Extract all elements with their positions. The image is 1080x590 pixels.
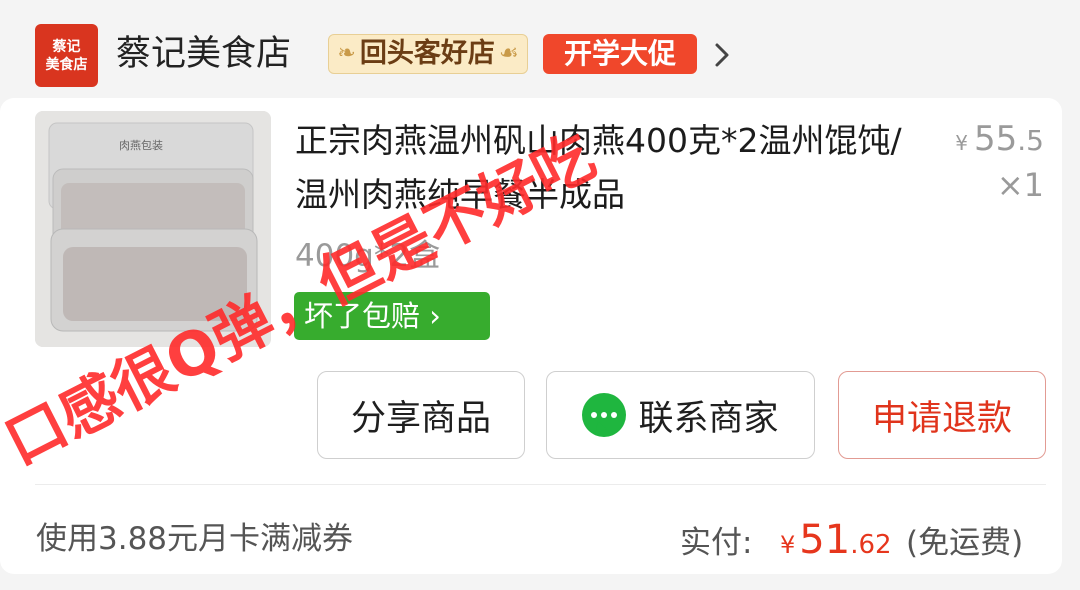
order-item-card: 蔡记 美食店 蔡记美食店 ❧ 回头客好店 ☙ 开学大促 肉燕包装 正宗肉燕温州矾… <box>0 0 1080 590</box>
contact-seller-button[interactable]: 联系商家 <box>546 371 815 459</box>
refund-button-label: 申请退款 <box>871 398 1012 439</box>
paid-amount: ¥51.62 <box>780 512 892 576</box>
shop-logo-line2: 美食店 <box>45 56 88 73</box>
thumbnail-label: 肉燕包装 <box>119 139 163 152</box>
chevron-right-icon[interactable] <box>708 38 738 72</box>
wheat-right-icon: ☙ <box>498 41 519 66</box>
shop-name[interactable]: 蔡记美食店 <box>116 30 291 78</box>
returning-badge-label: 回头客好店 <box>359 38 495 69</box>
share-button-label: 分享商品 <box>350 398 491 439</box>
price-integer: 55 <box>974 119 1018 159</box>
price-currency: ¥ <box>955 131 969 155</box>
paid-currency: ¥ <box>780 531 796 559</box>
chat-bubble-icon <box>582 393 627 437</box>
paid-label: 实付: <box>680 525 753 561</box>
guarantee-label: 坏了包赔 <box>304 299 421 333</box>
product-title[interactable]: 正宗肉燕温州矾山肉燕400克*2温州馄饨/温州肉燕纯早餐半成品 <box>295 114 905 222</box>
quantity: ×1 <box>996 166 1044 204</box>
paid-integer: 51 <box>799 517 851 563</box>
returning-customer-badge[interactable]: ❧ 回头客好店 ☙ <box>328 34 528 74</box>
divider <box>35 484 1046 485</box>
unit-price: ¥55.5 <box>955 114 1044 168</box>
coupon-info: 使用3.88元月卡满减券 <box>36 521 354 557</box>
food-container-image: 肉燕包装 <box>35 111 271 347</box>
paid-decimal: .62 <box>850 530 892 560</box>
shop-logo[interactable]: 蔡记 美食店 <box>35 24 98 87</box>
request-refund-button[interactable]: 申请退款 <box>838 371 1046 459</box>
share-product-button[interactable]: 分享商品 <box>317 371 525 459</box>
product-spec: 400g*2盒 <box>295 238 441 274</box>
price-decimal: .5 <box>1017 124 1044 157</box>
guarantee-badge[interactable]: 坏了包赔 › <box>294 292 490 340</box>
shop-logo-line1: 蔡记 <box>52 38 81 55</box>
promo-badge[interactable]: 开学大促 <box>543 34 697 74</box>
guarantee-chevron-icon: › <box>420 299 441 333</box>
wheat-left-icon: ❧ <box>337 41 356 66</box>
contact-button-label: 联系商家 <box>638 398 779 439</box>
product-thumbnail[interactable]: 肉燕包装 <box>35 111 271 347</box>
shipping-info: (免运费) <box>906 525 1024 561</box>
